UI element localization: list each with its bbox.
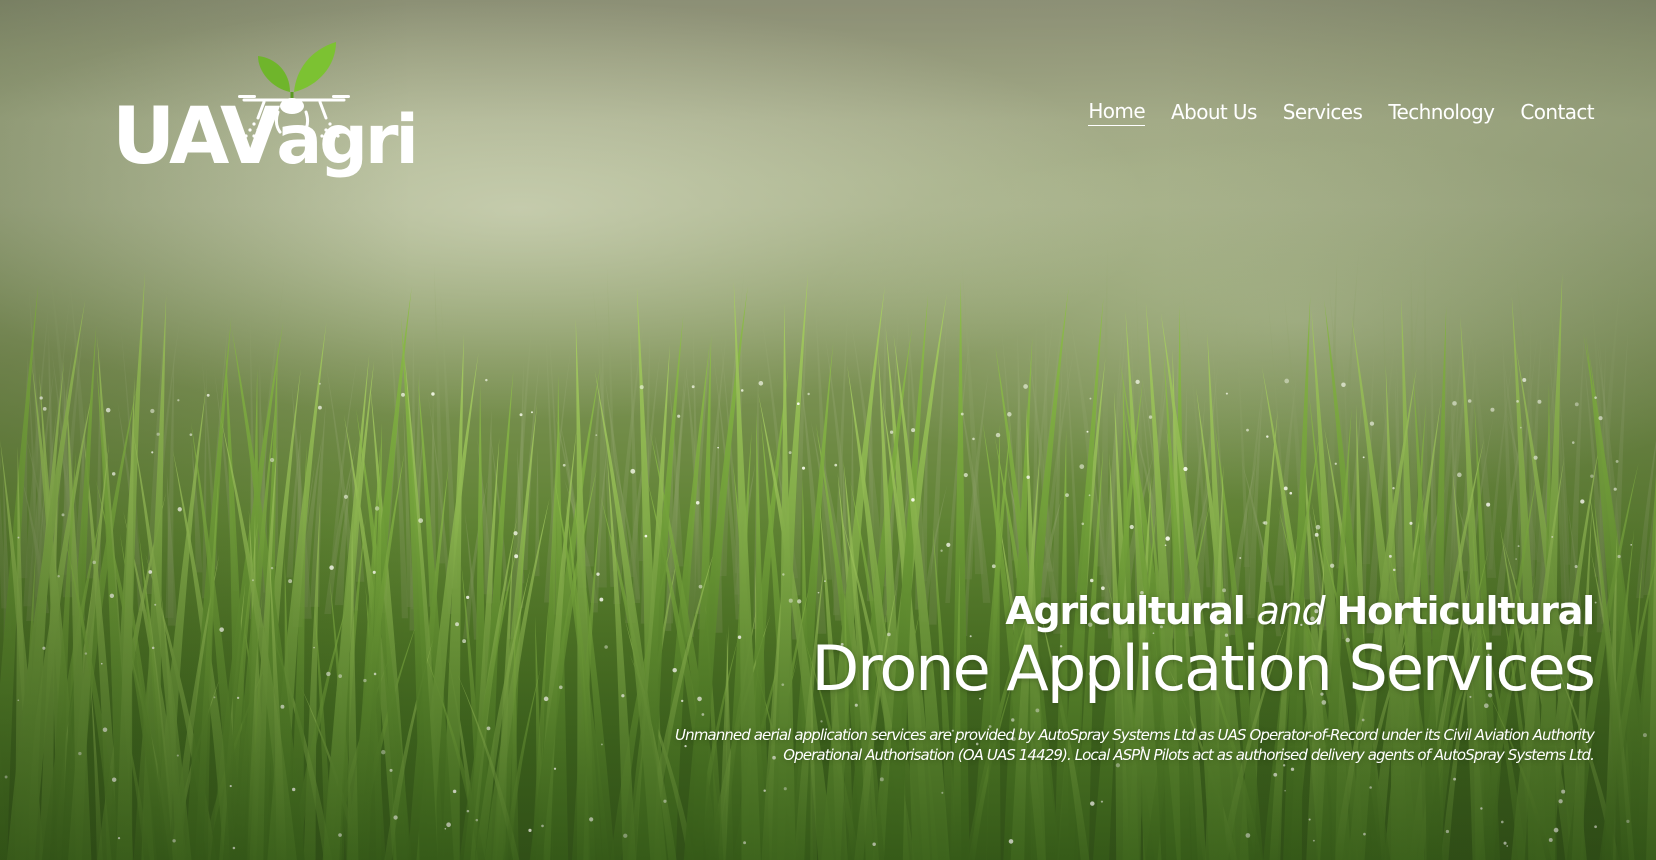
site-logo[interactable]: UAVagri xyxy=(112,40,419,190)
tagline-agricultural: Agricultural xyxy=(1005,589,1245,633)
hero-headline: Drone Application Services xyxy=(811,631,1596,705)
main-navigation: Home About Us Services Technology Contac… xyxy=(1088,99,1595,126)
logo-uav-text: UAV xyxy=(112,92,280,182)
logo-wordmark: UAVagri xyxy=(112,98,419,176)
tagline-and: and xyxy=(1256,589,1326,633)
nav-link-contact[interactable]: Contact xyxy=(1520,100,1594,126)
hero-tagline: Agricultural and Horticultural xyxy=(614,589,1596,634)
hero-copy: Agricultural and Horticultural Drone App… xyxy=(614,589,1596,765)
tagline-horticultural: Horticultural xyxy=(1336,589,1596,633)
nav-link-home[interactable]: Home xyxy=(1088,99,1146,126)
hero-section: UAVagri Home About Us Services Technolog… xyxy=(0,0,1656,860)
operator-disclaimer: Unmanned aerial application services are… xyxy=(675,726,1595,765)
logo-agri-text: agri xyxy=(276,101,418,180)
nav-link-services[interactable]: Services xyxy=(1283,100,1363,126)
nav-link-technology[interactable]: Technology xyxy=(1388,100,1495,126)
nav-link-about-us[interactable]: About Us xyxy=(1171,100,1257,126)
